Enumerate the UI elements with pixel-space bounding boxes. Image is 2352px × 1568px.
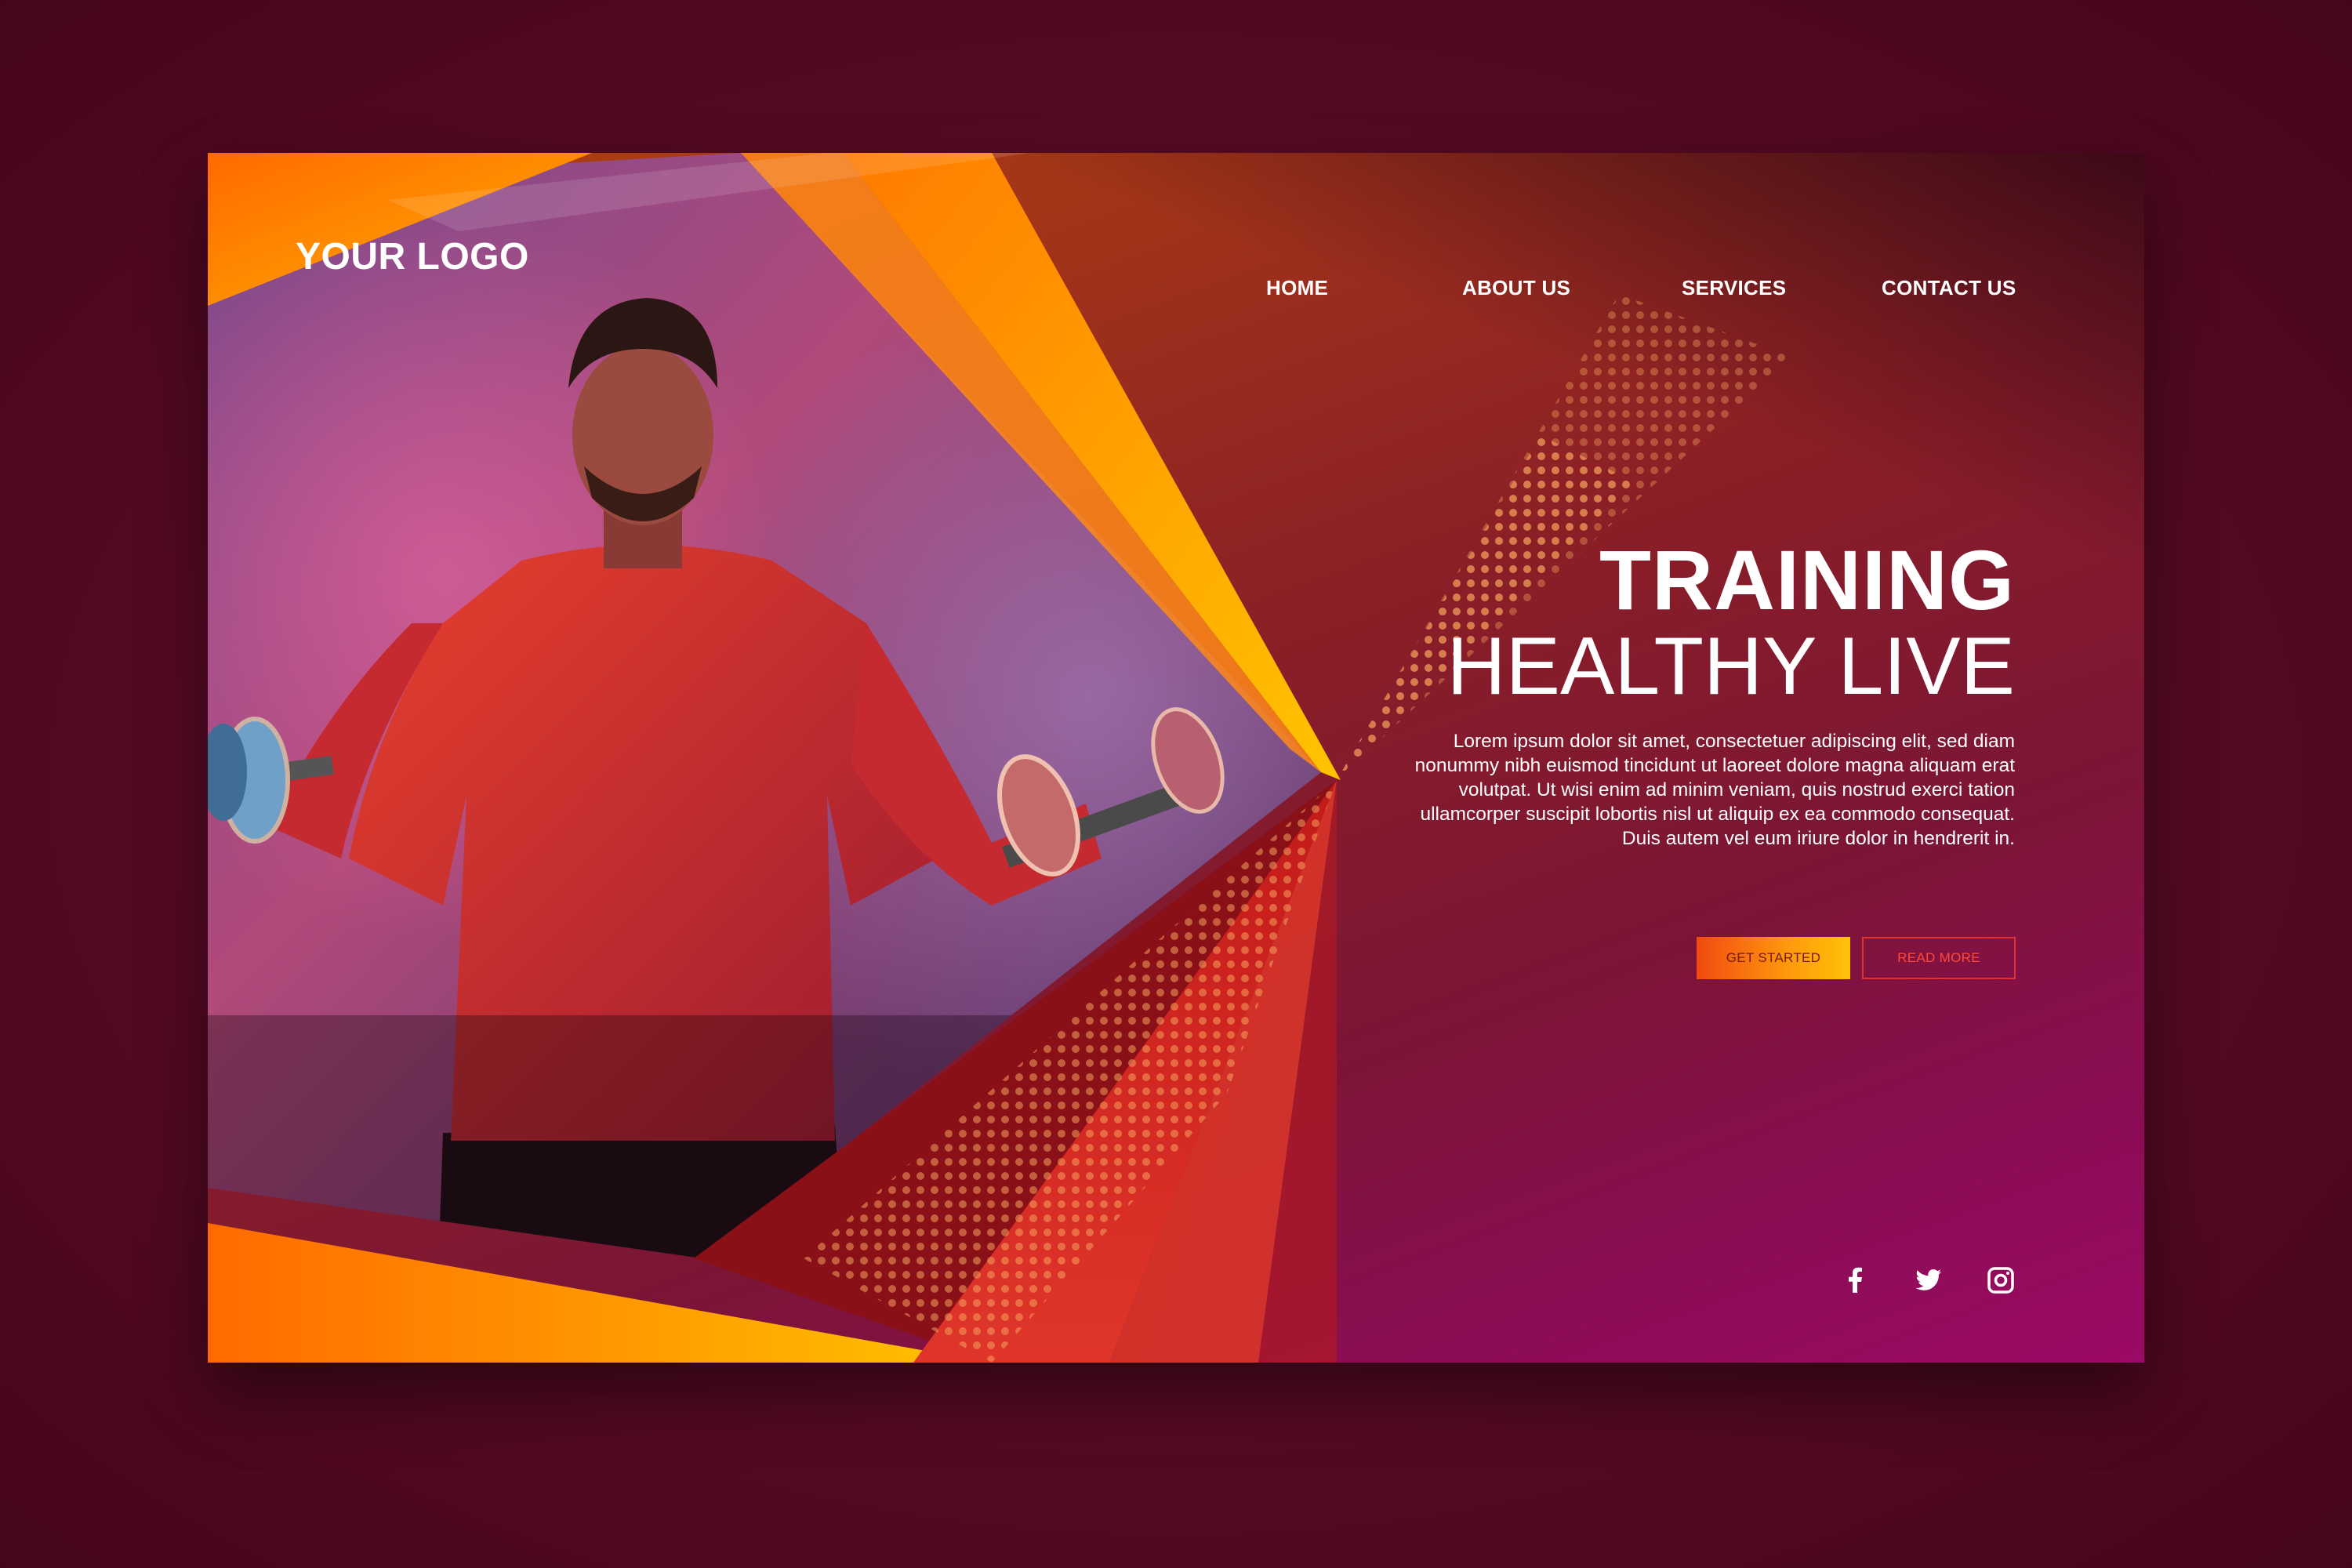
get-started-button[interactable]: GET STARTED [1697, 937, 1850, 979]
nav-about-us[interactable]: ABOUT US [1462, 276, 1570, 300]
nav-home[interactable]: HOME [1266, 276, 1328, 300]
twitter-icon[interactable] [1913, 1265, 1944, 1296]
facebook-icon[interactable] [1840, 1265, 1871, 1296]
read-more-button[interactable]: READ MORE [1862, 937, 2016, 979]
hero-description: Lorem ipsum dolor sit amet, consectetuer… [1414, 731, 2015, 849]
landing-page-card: YOUR LOGO HOME ABOUT US SERVICES CONTACT… [208, 153, 2144, 1363]
hero-subtitle: HEALTHY LIVE [1446, 621, 2015, 712]
logo[interactable]: YOUR LOGO [296, 235, 529, 278]
hero-heading: TRAINING HEALTHY LIVE [1447, 537, 2015, 710]
instagram-icon[interactable] [1985, 1265, 2016, 1296]
nav-services[interactable]: SERVICES [1682, 276, 1786, 300]
hero-title: TRAINING [1599, 532, 2015, 627]
nav-contact-us[interactable]: CONTACT US [1882, 276, 2016, 300]
